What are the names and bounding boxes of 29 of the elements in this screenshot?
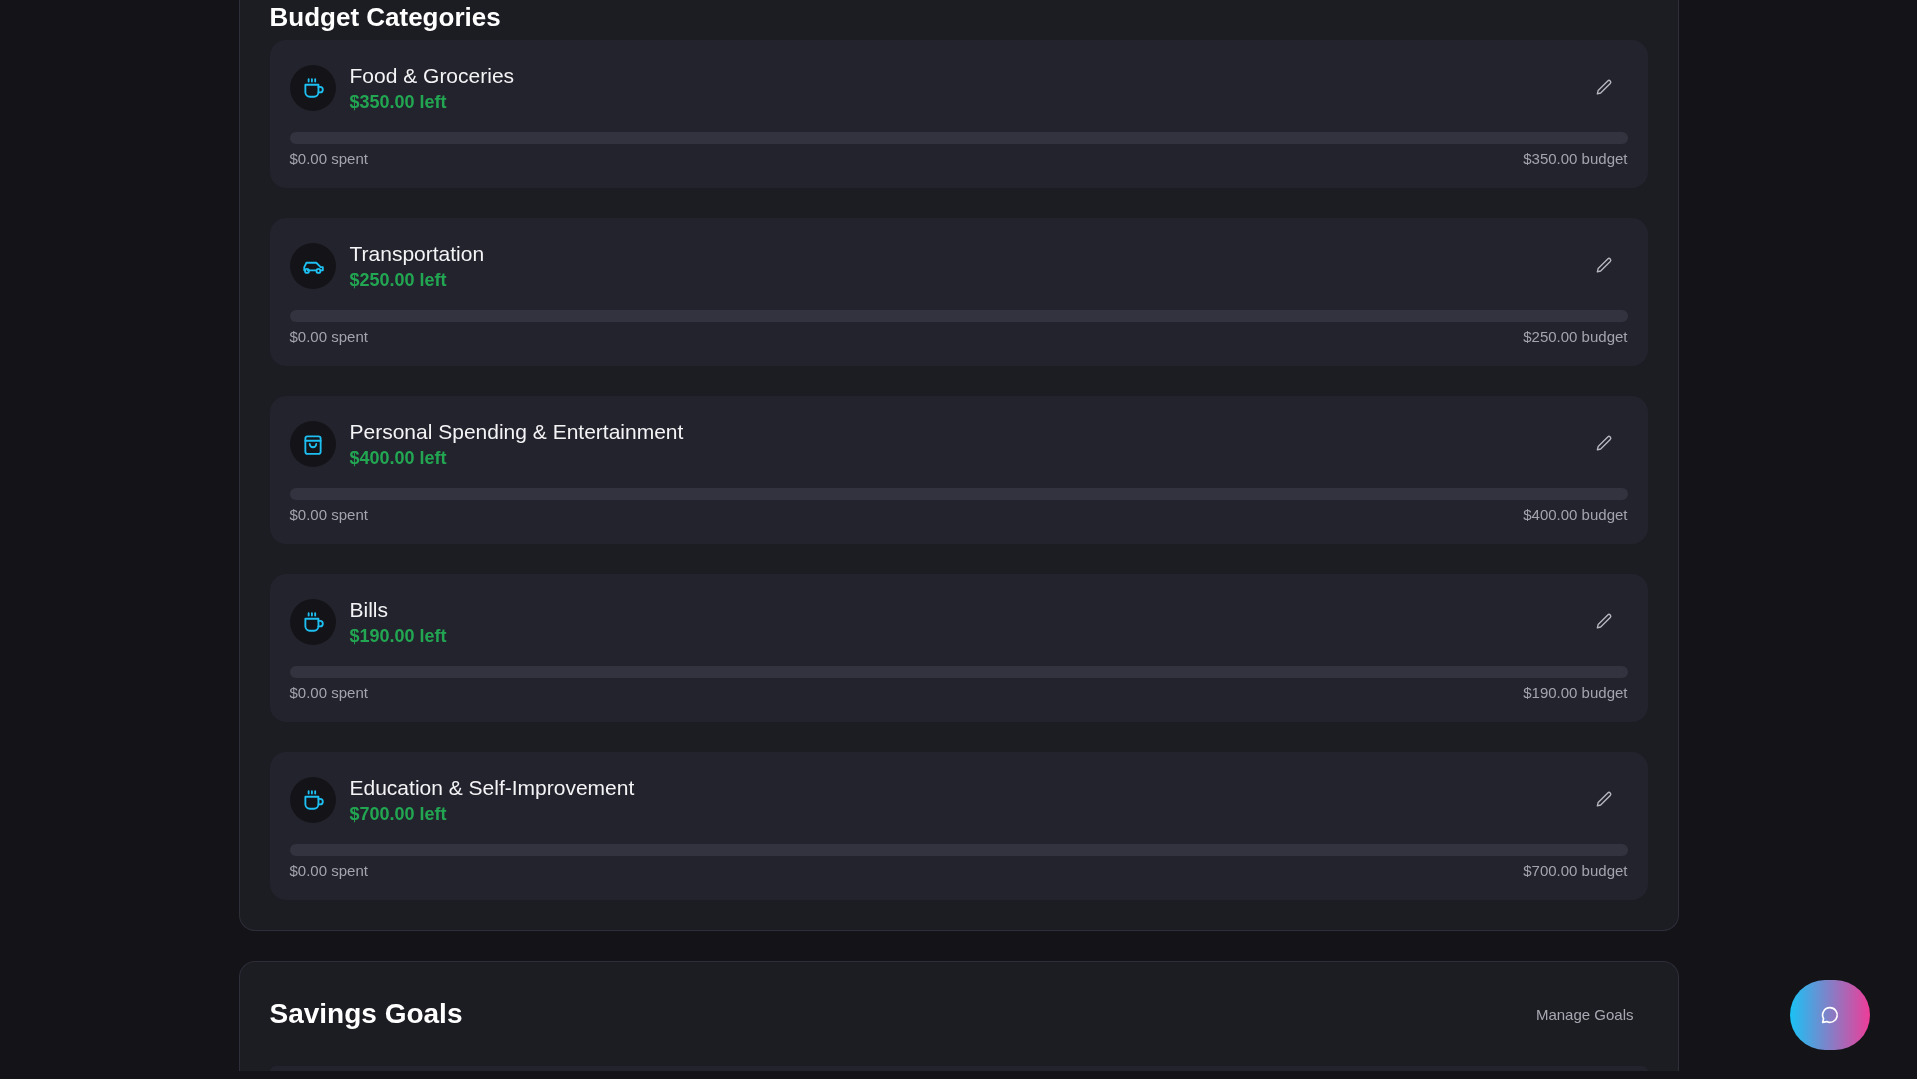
category-name: Personal Spending & Entertainment <box>349 419 684 444</box>
category-name: Food & Groceries <box>349 63 515 88</box>
cup-icon <box>289 599 336 645</box>
spent-amount: $0.00 spent <box>289 862 368 879</box>
spent-amount: $0.00 spent <box>289 684 368 701</box>
budget-amount: $250.00 budget <box>1523 328 1628 345</box>
spent-amount: $0.00 spent <box>289 150 368 167</box>
car-icon <box>289 243 336 289</box>
budget-amount: $350.00 budget <box>1523 150 1628 167</box>
category-name: Transportation <box>349 241 485 266</box>
cup-icon <box>289 65 336 111</box>
budget-amount: $400.00 budget <box>1523 506 1628 523</box>
category-name: Bills <box>349 597 388 622</box>
remaining-amount: $400.00 left <box>349 447 447 469</box>
spent-amount: $0.00 spent <box>289 328 368 345</box>
manage-goals-button[interactable]: Manage Goals <box>1521 997 1648 1031</box>
cup-icon <box>289 777 336 823</box>
remaining-amount: $190.00 left <box>349 625 447 647</box>
section-title: Savings Goals <box>269 998 463 1030</box>
chat-bubble-icon <box>1819 1004 1841 1026</box>
bag-icon <box>289 421 336 467</box>
budget-amount: $700.00 budget <box>1523 862 1628 879</box>
remaining-amount: $700.00 left <box>349 803 447 825</box>
spent-amount: $0.00 spent <box>289 506 368 523</box>
category-name: Education & Self-Improvement <box>349 775 635 800</box>
budget-amount: $190.00 budget <box>1523 684 1628 701</box>
remaining-amount: $250.00 left <box>349 269 447 291</box>
remaining-amount: $350.00 left <box>349 91 447 113</box>
section-title: Budget Categories <box>269 2 501 32</box>
